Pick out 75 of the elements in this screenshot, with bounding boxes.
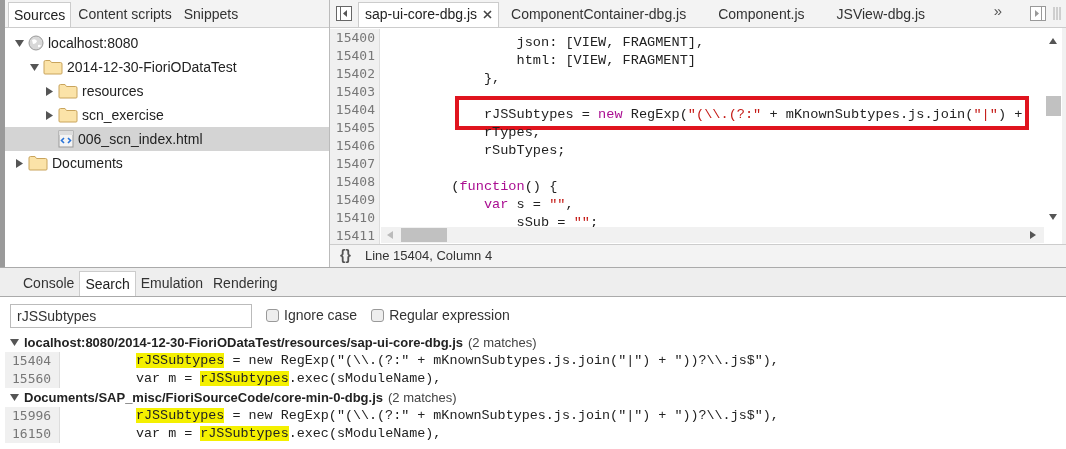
tree-item-label: resources	[82, 81, 144, 101]
more-tabs-button[interactable]: »	[993, 0, 1002, 23]
globe-icon	[28, 35, 44, 51]
drawer-tab[interactable]: Console	[18, 271, 80, 296]
code-line: rJSSubtypes = new RegExp("(\\.(?:" + mKnownSubtypes.js.join("|") +	[482, 106, 1023, 122]
file-tab[interactable]: sap-ui-core-dbg.js	[358, 1, 500, 27]
checkbox[interactable]	[266, 309, 279, 322]
line-number: 15400	[330, 28, 380, 47]
result-line[interactable]: rJSSubtypes = new RegExp("(\\.(?:" + mKnownSubtypes.js.join("|") + "))?\\.js$"),	[136, 407, 779, 425]
file-tab[interactable]: Component.js	[706, 1, 817, 27]
sources-tab[interactable]: Content scripts	[73, 2, 177, 27]
code-line: (function() {	[450, 178, 558, 194]
html-file-icon	[58, 130, 74, 148]
drawer-tab[interactable]: Rendering	[208, 271, 283, 296]
pretty-print-button[interactable]: {}	[340, 245, 351, 267]
vertical-scrollbar[interactable]	[1044, 27, 1066, 244]
tree-item-label: localhost:8080	[48, 33, 139, 53]
folder-icon	[58, 83, 78, 99]
tree-item[interactable]: 006_scn_index.html	[5, 127, 329, 151]
scroll-right-icon[interactable]	[1030, 230, 1036, 239]
tree-item-label: Documents	[52, 153, 123, 173]
folder-icon	[58, 107, 78, 123]
tree-item-label: 2014-12-30-FioriODataTest	[67, 57, 237, 77]
drawer-tab[interactable]: Emulation	[135, 271, 208, 296]
line-number: 15560	[5, 370, 60, 388]
file-tab[interactable]: ComponentContainer-dbg.js	[499, 1, 699, 27]
sources-tab[interactable]: Sources	[8, 2, 72, 27]
checkbox-label: Regular expression	[389, 306, 510, 325]
code-line: rSubTypes;	[482, 142, 566, 158]
result-file-path[interactable]: Documents/SAP_misc/FioriSourceCode/core-min-0-dbg.js	[24, 387, 384, 408]
triangle-down-icon[interactable]	[10, 393, 19, 402]
line-number: 15996	[5, 407, 60, 425]
tree-item[interactable]: localhost:8080	[5, 31, 329, 55]
tree-item[interactable]: Documents	[5, 151, 329, 175]
scrollbar-thumb[interactable]	[401, 227, 447, 242]
panel-toggle-icon[interactable]	[1030, 5, 1046, 21]
triangle-down-icon[interactable]	[15, 38, 24, 48]
code-line: var s = "",	[482, 196, 574, 212]
scroll-up-icon[interactable]	[1049, 37, 1057, 44]
match-count: (2 matches)	[468, 333, 537, 352]
triangle-right-icon[interactable]	[15, 158, 24, 168]
triangle-right-icon[interactable]	[45, 110, 54, 120]
code-line: html: [VIEW, FRAGMENT]	[515, 52, 696, 68]
drawer-tab[interactable]: Search	[79, 271, 136, 296]
triangle-right-icon[interactable]	[45, 86, 54, 96]
tree-item-label: 006_scn_index.html	[78, 129, 203, 149]
line-number: 16150	[5, 425, 60, 443]
result-file-path[interactable]: localhost:8080/2014-12-30-FioriODataTest/resources/sap-ui-core-dbg.js	[24, 332, 464, 353]
checkbox-label: Ignore case	[284, 306, 358, 325]
close-icon[interactable]	[483, 10, 493, 19]
code-line: },	[482, 70, 501, 86]
tree-item[interactable]: scn_exercise	[5, 103, 329, 127]
folder-icon	[28, 155, 48, 171]
tree-item[interactable]: 2014-12-30-FioriODataTest	[5, 55, 329, 79]
drag-handle-icon[interactable]	[1052, 5, 1062, 21]
triangle-down-icon[interactable]	[30, 62, 39, 72]
checkbox[interactable]	[371, 309, 385, 322]
cursor-position: Line 15404, Column 4	[364, 247, 493, 265]
match-count: (2 matches)	[388, 388, 457, 407]
triangle-down-icon[interactable]	[10, 338, 19, 347]
result-line[interactable]: rJSSubtypes = new RegExp("(\\.(?:" + mKnownSubtypes.js.join("|") + "))?\\.js$"),	[136, 352, 779, 370]
horizontal-scrollbar[interactable]	[381, 226, 1044, 243]
tree-item-label: scn_exercise	[82, 105, 164, 125]
scroll-down-icon[interactable]	[1049, 213, 1057, 220]
scrollbar-thumb[interactable]	[1045, 95, 1061, 116]
code-line: json: [VIEW, FRAGMENT],	[515, 34, 705, 50]
folder-icon	[43, 59, 63, 75]
sources-tab[interactable]: Snippets	[178, 2, 244, 27]
line-number: 15404	[5, 352, 60, 370]
tree-item[interactable]: resources	[5, 79, 329, 103]
result-line[interactable]: var m = rJSSubtypes.exec(sModuleName),	[136, 370, 442, 388]
result-line[interactable]: var m = rJSSubtypes.exec(sModuleName),	[136, 425, 442, 443]
search-field[interactable]: rJSSubtypes	[10, 303, 252, 328]
panel-toggle-icon[interactable]	[336, 5, 352, 21]
file-tab[interactable]: JSView-dbg.js	[824, 1, 937, 27]
